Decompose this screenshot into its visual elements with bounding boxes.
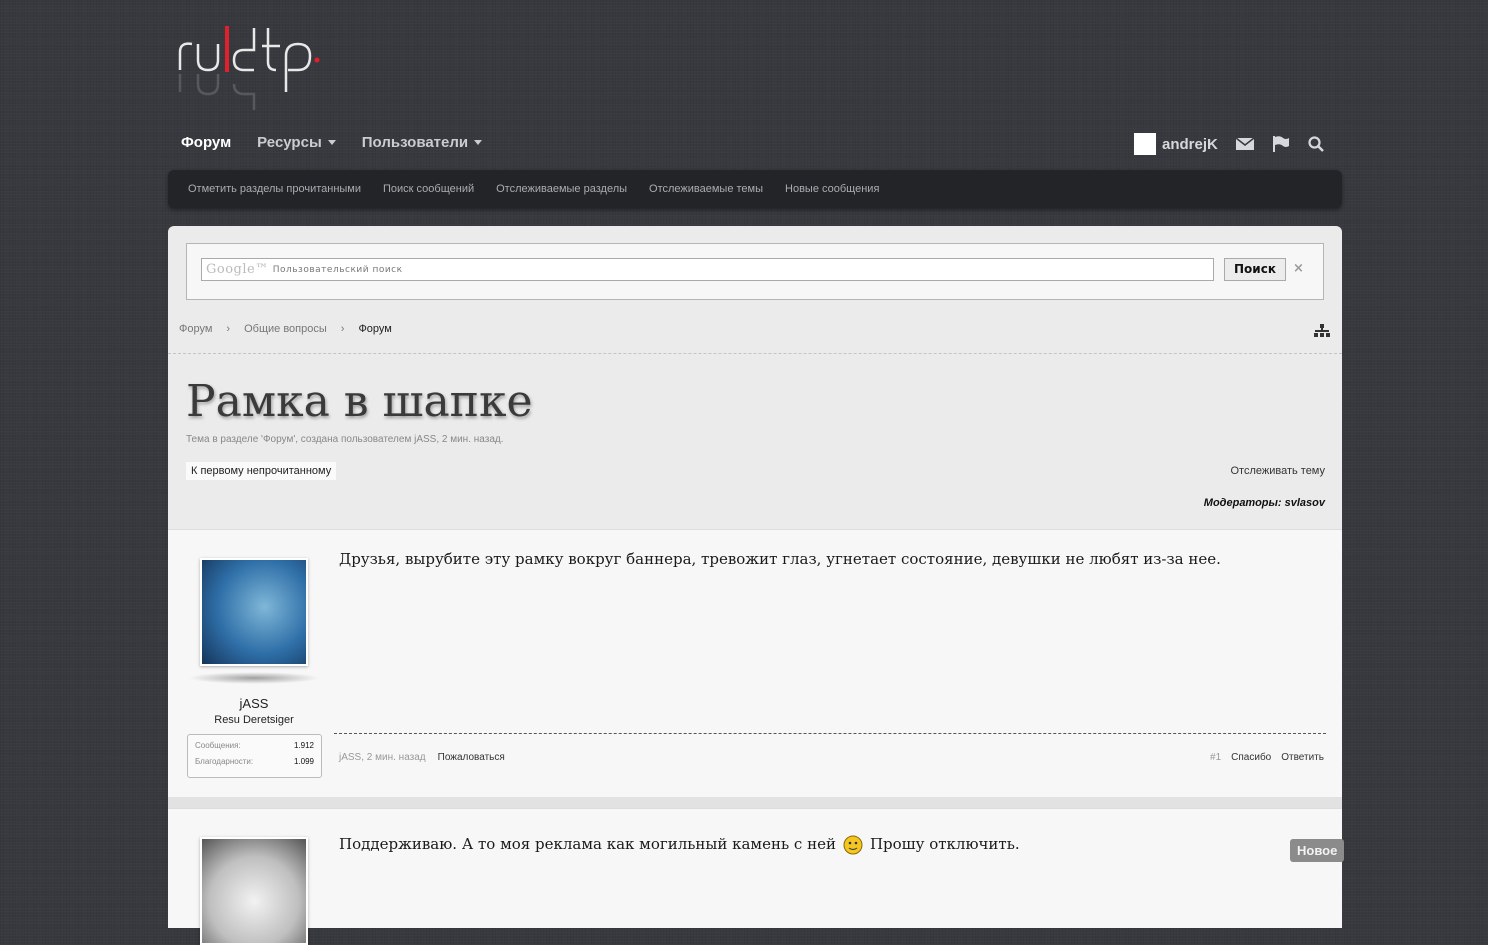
flag-icon[interactable]: [1272, 136, 1290, 152]
search-input[interactable]: Google™ Пользовательский поиск: [201, 258, 1214, 281]
post-separator: [168, 797, 1342, 808]
google-search-box: Google™ Пользовательский поиск Поиск ×: [186, 243, 1324, 300]
post-divider: [334, 733, 1326, 734]
crumb-current[interactable]: Форум: [358, 323, 391, 335]
caret-down-icon: [474, 140, 483, 145]
divider: [168, 353, 1342, 354]
post-meta: jASS, 2 мин. назад Пожаловаться: [339, 752, 505, 763]
thanks-link[interactable]: Спасибо: [1231, 752, 1271, 763]
content-panel: Google™ Пользовательский поиск Поиск × Фо…: [168, 226, 1342, 945]
moderators: Модераторы: svlasov: [1203, 497, 1325, 509]
user-avatar: [1134, 133, 1156, 155]
user-bar: andrejK: [1134, 133, 1324, 155]
nav-resources-label: Ресурсы: [257, 134, 322, 151]
new-badge: Новое: [1290, 839, 1345, 862]
subnav-search-messages[interactable]: Поиск сообщений: [383, 183, 474, 195]
breadcrumb: Форум › Общие вопросы › Форум: [179, 323, 392, 335]
sub-nav: Отметить разделы прочитанными Поиск сооб…: [168, 170, 1342, 208]
post-message: Поддерживаю. А то моя реклама как могиль…: [339, 833, 1020, 855]
nav-forum[interactable]: Форум: [181, 134, 231, 151]
subnav-watched-threads[interactable]: Отслеживаемые темы: [649, 183, 763, 195]
envelope-icon[interactable]: [1235, 137, 1254, 151]
smiley-icon: [843, 835, 863, 855]
thread-title: Рамка в шапке: [186, 376, 533, 427]
post-1: jASS Resu Deretsiger Сообщения: 1.912 Бла…: [168, 529, 1342, 797]
avatar-shadow: [188, 672, 320, 684]
watch-thread-link[interactable]: Отслеживать тему: [1230, 465, 1325, 477]
search-button[interactable]: Поиск: [1224, 258, 1286, 281]
stat-label: Сообщения:: [195, 741, 241, 750]
post-2: Поддерживаю. А то моя реклама как могиль…: [168, 808, 1342, 945]
post-number[interactable]: #1: [1210, 752, 1221, 763]
thread-subtitle: Тема в разделе 'Форум', создана пользова…: [186, 434, 504, 445]
author-name[interactable]: jASS: [168, 696, 340, 711]
nav-users[interactable]: Пользователи: [361, 134, 483, 151]
stat-value: 1.099: [293, 757, 314, 766]
stat-value: 1.912: [293, 741, 314, 750]
account-menu[interactable]: andrejK: [1134, 133, 1218, 155]
author-avatar[interactable]: [200, 558, 308, 666]
author-stats: Сообщения: 1.912 Благодарности: 1.099: [187, 734, 322, 778]
post-date[interactable]: jASS, 2 мин. назад: [339, 752, 426, 763]
post-actions: #1 Спасибо Ответить: [1210, 752, 1324, 763]
subnav-watched-forums[interactable]: Отслеживаемые разделы: [496, 183, 627, 195]
close-icon[interactable]: ×: [1293, 261, 1304, 276]
subnav-new-posts[interactable]: Новые сообщения: [785, 183, 879, 195]
report-link[interactable]: Пожаловаться: [438, 752, 505, 763]
google-brand: Google™: [206, 262, 269, 277]
username: andrejK: [1162, 135, 1218, 153]
first-unread-button[interactable]: К первому непрочитанному: [186, 462, 337, 480]
author-title: Resu Deretsiger: [214, 714, 294, 726]
chevron-right-icon: ›: [226, 323, 231, 335]
chevron-right-icon: ›: [340, 323, 345, 335]
reply-link[interactable]: Ответить: [1281, 752, 1324, 763]
search-placeholder: Пользовательский поиск: [272, 264, 403, 275]
message-text: Прошу отключить.: [869, 835, 1020, 853]
crumb-forum[interactable]: Форум: [179, 323, 212, 335]
sitemap-icon[interactable]: [1314, 324, 1330, 338]
post-message: Друзья, вырубите эту рамку вокруг баннер…: [339, 550, 1221, 568]
message-text: Поддерживаю. А то моя реклама как могиль…: [339, 835, 836, 853]
author-avatar[interactable]: [200, 837, 308, 945]
nav-resources[interactable]: Ресурсы: [257, 134, 336, 151]
site-logo[interactable]: [176, 22, 326, 112]
crumb-general[interactable]: Общие вопросы: [244, 323, 327, 335]
caret-down-icon: [327, 140, 336, 145]
stat-label: Благодарности:: [195, 757, 254, 766]
nav-users-label: Пользователи: [361, 134, 469, 151]
search-icon[interactable]: [1308, 136, 1324, 152]
subnav-mark-read[interactable]: Отметить разделы прочитанными: [188, 183, 361, 195]
main-nav: Форум Ресурсы Пользователи: [181, 134, 483, 151]
